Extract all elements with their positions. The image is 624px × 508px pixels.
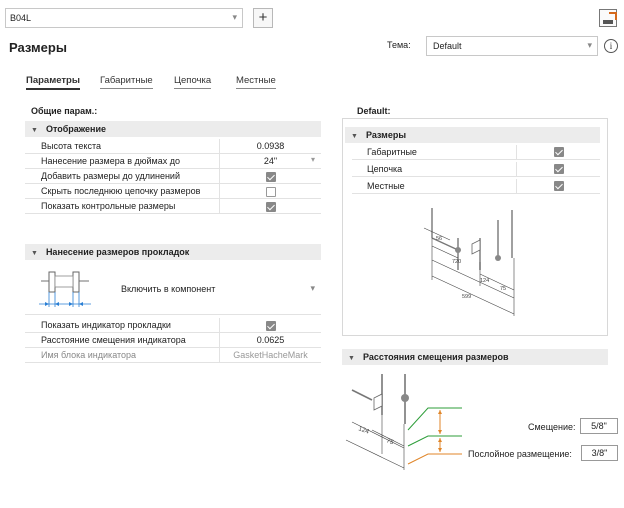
add-to-extensions-checkbox[interactable] <box>265 171 276 182</box>
row-hide-last-chain: Скрыть последнюю цепочку размеров <box>25 184 321 199</box>
layer-input[interactable]: 3/8" <box>581 445 618 461</box>
dim-label: 124 <box>480 278 489 284</box>
dims-group-title: Размеры <box>365 130 407 140</box>
display-group-header[interactable]: ▼ Отображение <box>25 121 321 137</box>
theme-label: Тема: <box>387 40 411 50</box>
collapse-triangle-icon: ▼ <box>351 133 358 140</box>
gasket-mode-select[interactable]: Включить в компонент ▾ <box>25 261 321 315</box>
collapse-triangle-icon: ▼ <box>31 127 38 134</box>
dim-label: 56 <box>436 236 442 242</box>
row-label: Показать контрольные размеры <box>41 201 176 211</box>
offset-group-header[interactable]: ▼ Расстояния смещения размеров <box>342 349 608 365</box>
row-label: Добавить размеры до удлинений <box>41 171 180 181</box>
dim-label: 75 <box>385 437 395 446</box>
tab-overall[interactable]: Габаритные <box>100 75 153 89</box>
page-title: Размеры <box>9 40 67 55</box>
row-overall: Габаритные <box>352 145 600 160</box>
hide-last-chain-checkbox[interactable] <box>265 186 276 197</box>
indicator-block-value: GasketHacheMark <box>219 348 321 363</box>
value-cell <box>516 145 600 160</box>
chevron-down-icon: ▾ <box>587 40 592 50</box>
row-label: Цепочка <box>367 164 403 174</box>
dim-label: 124 <box>357 425 370 435</box>
layer-label: Послойное размещение: <box>468 449 572 459</box>
value-cell <box>516 179 600 194</box>
dims-group-header[interactable]: ▼ Размеры <box>345 127 600 143</box>
general-params-caption: Общие парам.: <box>31 106 98 116</box>
gasket-preview-image <box>39 271 91 307</box>
chevron-down-icon: ▾ <box>310 155 315 164</box>
value-cell <box>516 162 600 177</box>
tab-chain[interactable]: Цепочка <box>174 75 212 89</box>
tab-local[interactable]: Местные <box>236 75 276 89</box>
show-gasket-indicator-checkbox[interactable] <box>265 320 276 331</box>
inch-dim-value: 24" <box>263 156 278 166</box>
gasket-group-title: Нанесение размеров прокладок <box>45 247 190 257</box>
offset-label: Смещение: <box>528 422 576 432</box>
offset-group-title: Расстояния смещения размеров <box>362 352 509 362</box>
style-select[interactable]: B04L ▾ <box>5 8 243 28</box>
value-cell <box>219 169 321 184</box>
default-caption: Default: <box>357 106 391 116</box>
value-cell <box>219 318 321 333</box>
collapse-triangle-icon: ▼ <box>348 355 355 362</box>
row-show-control-dims: Показать контрольные размеры <box>25 199 321 214</box>
display-group-title: Отображение <box>45 124 107 134</box>
theme-select-value: Default <box>433 41 462 51</box>
row-label: Имя блока индикатора <box>41 350 137 360</box>
row-text-height: Высота текста 0.0938 <box>25 139 321 154</box>
dim-label: 599 <box>462 294 471 300</box>
row-show-gasket-indicator: Показать индикатор прокладки <box>25 318 321 333</box>
row-label: Высота текста <box>41 141 101 151</box>
chevron-down-icon: ▾ <box>232 12 237 22</box>
offset-preview-image: 124 75 <box>345 374 462 470</box>
indicator-offset-value[interactable]: 0.0625 <box>219 333 321 348</box>
tab-parameters[interactable]: Параметры <box>26 75 80 90</box>
chain-checkbox[interactable] <box>553 163 564 174</box>
chevron-down-icon: ▾ <box>310 283 315 293</box>
theme-select[interactable]: Default ▾ <box>426 36 598 56</box>
info-icon[interactable]: i <box>604 39 618 53</box>
row-label: Местные <box>367 181 405 191</box>
style-select-value: B04L <box>10 13 32 23</box>
row-inch-dim: Нанесение размера в дюймах до 24" ▾ <box>25 154 321 169</box>
row-label: Скрыть последнюю цепочку размеров <box>41 186 201 196</box>
inch-dim-select[interactable]: 24" ▾ <box>219 154 321 169</box>
overall-checkbox[interactable] <box>553 146 564 157</box>
export-icon[interactable] <box>599 9 617 27</box>
text-height-value[interactable]: 0.0938 <box>219 139 321 154</box>
value-cell <box>219 199 321 214</box>
row-local: Местные <box>352 179 600 194</box>
row-indicator-offset: Расстояние смещения индикатора 0.0625 <box>25 333 321 348</box>
row-label: Показать индикатор прокладки <box>41 320 171 330</box>
dim-label: 720 <box>452 259 461 265</box>
offset-input[interactable]: 5/8" <box>580 418 618 434</box>
dims-preview-image: 56 720 124 75 599 <box>423 208 515 316</box>
row-add-to-extensions: Добавить размеры до удлинений <box>25 169 321 184</box>
local-checkbox[interactable] <box>553 180 564 191</box>
add-style-button[interactable]: + <box>253 8 273 28</box>
row-chain: Цепочка <box>352 162 600 177</box>
row-indicator-block: Имя блока индикатора GasketHacheMark <box>25 348 321 363</box>
row-label: Нанесение размера в дюймах до <box>41 156 180 166</box>
row-label: Расстояние смещения индикатора <box>41 335 186 345</box>
value-cell <box>219 184 321 199</box>
dim-label: 75 <box>500 286 506 292</box>
collapse-triangle-icon: ▼ <box>31 250 38 257</box>
gasket-group-header[interactable]: ▼ Нанесение размеров прокладок <box>25 244 321 260</box>
gasket-mode-value: Включить в компонент <box>121 284 216 294</box>
row-label: Габаритные <box>367 147 417 157</box>
show-control-dims-checkbox[interactable] <box>265 201 276 212</box>
